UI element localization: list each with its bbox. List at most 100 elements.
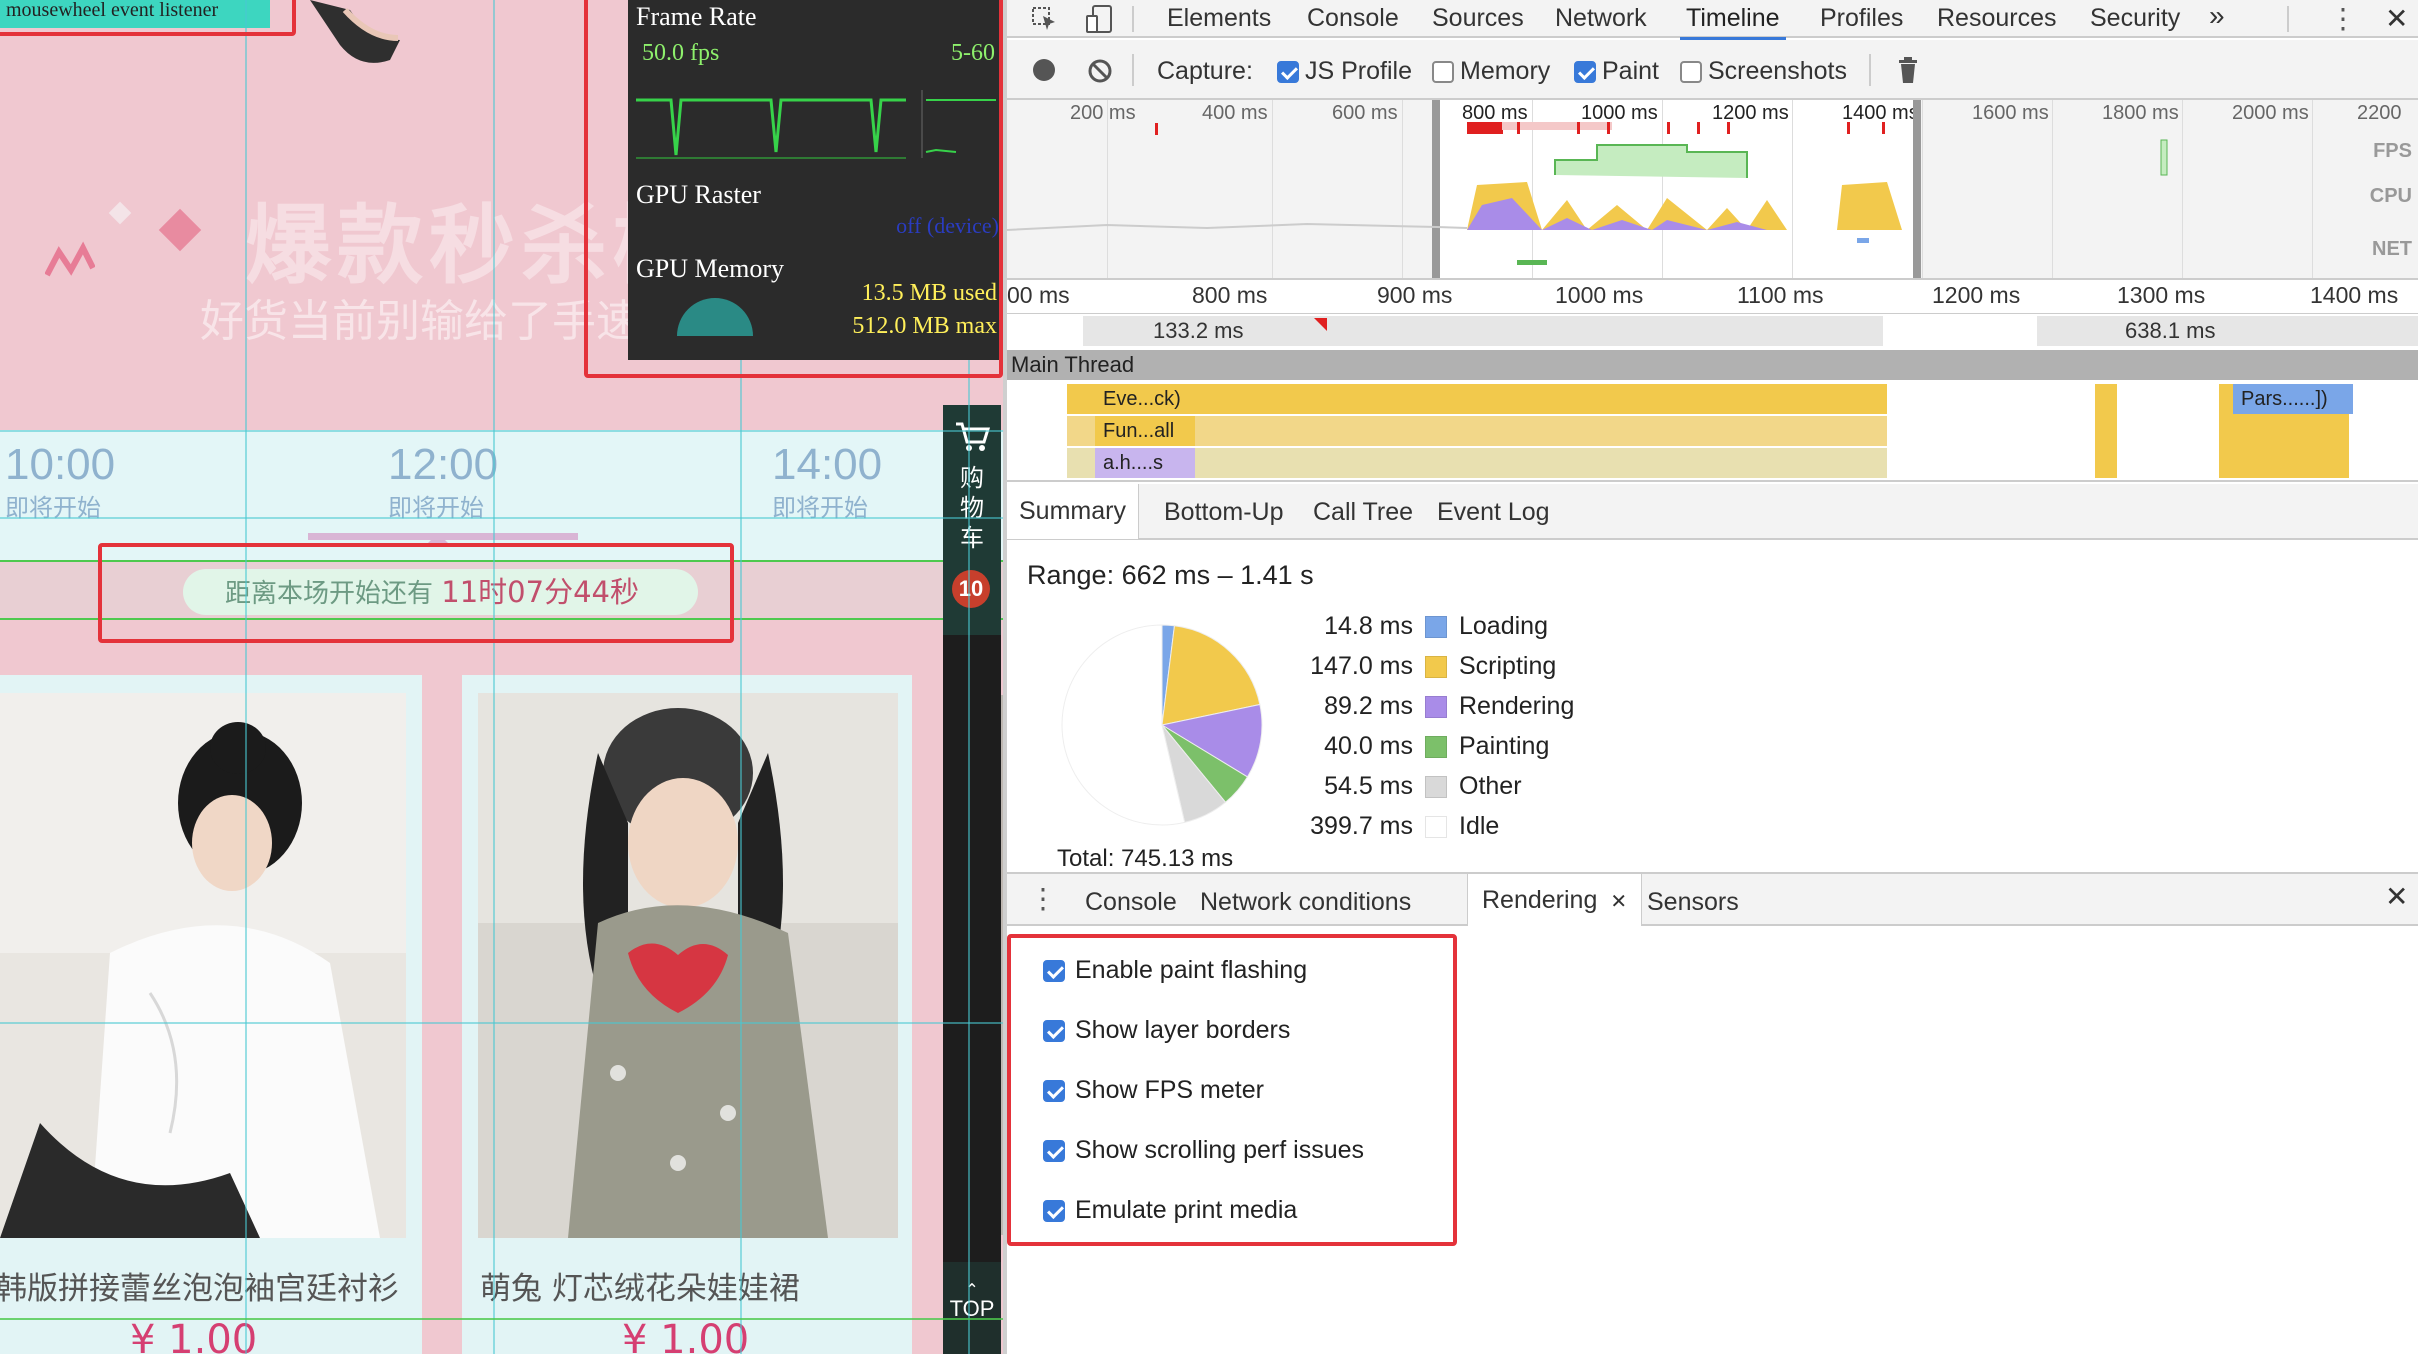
legend-name: Painting <box>1459 732 1550 760</box>
tab-timeline[interactable]: Timeline <box>1680 4 1786 40</box>
product-card[interactable]: 韩版拼接蕾丝泡泡袖宫廷衬衫 ¥ 1.00 <box>0 675 422 1354</box>
checkbox-unchecked-icon <box>1680 60 1702 83</box>
divider <box>1869 54 1871 86</box>
close-tab-icon[interactable]: ✕ <box>1610 891 1627 913</box>
range-label: Range: 662 ms – 1.41 s <box>1027 560 1314 590</box>
legend-row: 14.8 ms Loading <box>1277 612 1548 641</box>
legend-row: 147.0 ms Scripting <box>1277 652 1556 681</box>
ruler-mark: 1300 ms <box>2117 282 2206 308</box>
summary-panel: Range: 662 ms – 1.41 s 14.8 ms Loading 1… <box>1007 540 2418 870</box>
drawer-tab-sensors[interactable]: Sensors <box>1647 888 1739 917</box>
legend-value: 14.8 ms <box>1324 612 1413 640</box>
jank-markers <box>1314 318 1327 331</box>
tab-sources[interactable]: Sources <box>1432 4 1524 33</box>
flame-chart[interactable]: Eve...ck) Fun...all a.h....s Pars......]… <box>1007 380 2418 482</box>
legend-row: 54.5 ms Other <box>1277 772 1522 801</box>
timeline-ruler: 00 ms 800 ms 900 ms 1000 ms 1100 ms 1200… <box>1007 280 2418 314</box>
time-slot-time: 10:00 <box>5 440 116 489</box>
product-card[interactable]: 萌兔 灯芯绒花朵娃娃裙 ¥ 1.00 <box>462 675 912 1354</box>
ruler-mark: 1200 ms <box>1932 282 2021 308</box>
capture-paint-checkbox[interactable]: Paint <box>1574 57 1659 86</box>
highlight-box <box>0 0 296 36</box>
legend-name: Loading <box>1459 612 1548 640</box>
checkbox-unchecked-icon <box>1432 60 1454 83</box>
tab-profiles[interactable]: Profiles <box>1820 4 1903 33</box>
tab-resources[interactable]: Resources <box>1937 4 2057 33</box>
tab-console[interactable]: Console <box>1307 4 1399 33</box>
details-tabbar: Summary Bottom-Up Call Tree Event Log <box>1007 484 2418 540</box>
drawer-tab-rendering[interactable]: Rendering ✕ <box>1467 874 1643 926</box>
timeline-overview[interactable]: 200 ms 400 ms 600 ms 800 ms 1000 ms 1200… <box>1007 100 2418 280</box>
legend-value: 147.0 ms <box>1310 652 1413 680</box>
product-photo <box>0 693 406 1238</box>
decor-diamond-small <box>108 201 132 225</box>
tab-event-log[interactable]: Event Log <box>1437 498 1550 527</box>
layer-border-line <box>0 430 1003 432</box>
capture-memory-checkbox[interactable]: Memory <box>1432 57 1550 86</box>
product-name[interactable]: 萌兔 灯芯绒花朵娃娃裙 <box>480 1263 800 1308</box>
devtools-panel: Elements Console Sources Network Timelin… <box>1003 0 2418 1354</box>
cpu-lane-label: CPU <box>2369 185 2412 207</box>
menu-icon[interactable]: ⋮ <box>2329 2 2357 35</box>
main-thread-header[interactable]: Main Thread <box>1007 350 2418 380</box>
clear-icon[interactable] <box>1087 58 1113 84</box>
layer-border-line <box>0 1022 1003 1024</box>
flame-block[interactable]: a.h....s <box>1095 448 1195 478</box>
capture-js-profile-checkbox[interactable]: JS Profile <box>1277 57 1412 86</box>
tab-network[interactable]: Network <box>1555 4 1647 33</box>
product-name[interactable]: 韩版拼接蕾丝泡泡袖宫廷衬衫 <box>0 1263 399 1308</box>
time-slot[interactable]: 12:00 即将开始 <box>388 440 498 523</box>
divider <box>1132 6 1134 32</box>
net-lane-label: NET <box>2372 238 2412 260</box>
drawer-tab-rendering-label: Rendering <box>1482 886 1598 914</box>
ruler-mark: 800 ms <box>1192 282 1268 308</box>
checkbox-label: JS Profile <box>1305 57 1412 85</box>
legend-swatch <box>1425 655 1447 678</box>
checkbox-checked-icon <box>1277 60 1299 83</box>
drawer-tab-console[interactable]: Console <box>1085 888 1177 917</box>
legend-name: Other <box>1459 772 1522 800</box>
checkbox-label: Screenshots <box>1708 57 1847 85</box>
flame-block[interactable]: Eve...ck) <box>1095 384 1195 414</box>
time-slot[interactable]: 14:00 即将开始 <box>772 440 882 523</box>
inspect-icon[interactable] <box>1031 6 1057 32</box>
overview-graphs <box>1007 122 2168 265</box>
time-slot-time: 12:00 <box>388 440 499 489</box>
frames-track[interactable]: 133.2 ms 638.1 ms <box>1007 314 2418 348</box>
drawer-tab-network-conditions[interactable]: Network conditions <box>1200 888 1411 917</box>
layer-border-line <box>245 0 247 1354</box>
back-to-top-button[interactable]: ⌃ TOP <box>943 1262 1001 1354</box>
legend-name: Idle <box>1459 812 1500 840</box>
legend-name: Rendering <box>1459 692 1575 720</box>
checkbox-label: Paint <box>1602 57 1659 85</box>
highlight-box <box>584 0 1003 378</box>
tab-summary[interactable]: Summary <box>1007 484 1139 539</box>
trash-icon[interactable] <box>1897 56 1919 84</box>
capture-label: Capture: <box>1157 57 1253 85</box>
product-price: ¥ 1.00 <box>622 1317 750 1354</box>
flame-block[interactable]: Pars......]) <box>2233 384 2353 414</box>
tab-bottom-up[interactable]: Bottom-Up <box>1164 498 1283 527</box>
legend-value: 89.2 ms <box>1324 692 1413 720</box>
tab-call-tree[interactable]: Call Tree <box>1313 498 1413 527</box>
device-mode-icon[interactable] <box>1085 4 1115 34</box>
page-preview: mousewheel event listener 爆款秒杀榜 好货当前别输给了… <box>0 0 1003 1354</box>
tab-elements[interactable]: Elements <box>1167 4 1271 33</box>
capture-screenshots-checkbox[interactable]: Screenshots <box>1680 57 1847 86</box>
drawer-close-icon[interactable]: ✕ <box>2385 880 2408 913</box>
summary-pie-chart <box>1061 624 1263 826</box>
flame-block[interactable]: Fun...all <box>1095 416 1195 446</box>
record-icon[interactable] <box>1033 59 1055 81</box>
legend-swatch <box>1425 695 1447 718</box>
capture-toolbar: Capture: JS Profile Memory Paint Screens… <box>1007 40 2418 100</box>
drawer-menu-icon[interactable]: ⋮ <box>1029 882 1057 915</box>
close-icon[interactable]: ✕ <box>2385 2 2408 35</box>
legend-value: 40.0 ms <box>1324 732 1413 760</box>
cart-count-badge: 10 <box>952 570 990 608</box>
time-slot[interactable]: 10:00 即将开始 <box>5 440 115 523</box>
layer-border-line <box>493 0 495 1354</box>
tab-security[interactable]: Security <box>2090 4 2180 33</box>
more-tabs-icon[interactable]: » <box>2209 0 2225 32</box>
legend-swatch <box>1425 735 1447 758</box>
ruler-mark: 1000 ms <box>1555 282 1644 308</box>
